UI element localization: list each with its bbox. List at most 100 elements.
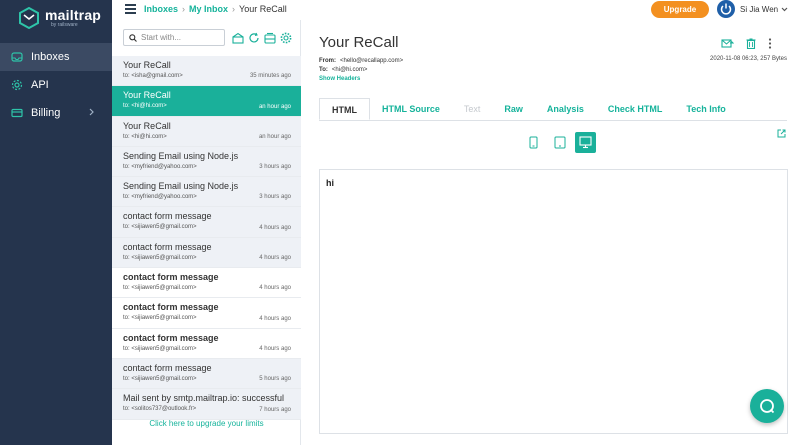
- tab-tech-info[interactable]: Tech Info: [674, 98, 737, 120]
- api-icon: [11, 79, 23, 91]
- refresh-icon[interactable]: [248, 31, 260, 43]
- message-time: 4 hours ago: [259, 315, 291, 322]
- sidebar-item-api[interactable]: API: [0, 71, 112, 99]
- breadcrumb: Inboxes › My Inbox › Your ReCall: [144, 4, 287, 14]
- tab-html[interactable]: HTML: [319, 98, 370, 120]
- mark-read-icon[interactable]: [232, 31, 244, 44]
- more-icon[interactable]: [768, 36, 772, 54]
- message-title: Your ReCall: [319, 34, 399, 51]
- breadcrumb-inboxes[interactable]: Inboxes: [144, 4, 178, 14]
- message-preview: hi: [319, 169, 788, 434]
- clear-inbox-icon[interactable]: [264, 31, 276, 44]
- hamburger-menu-icon[interactable]: [125, 4, 136, 14]
- logo[interactable]: mailtrap by railsware: [18, 7, 101, 29]
- message-tabs: HTML HTML Source Text Raw Analysis Check…: [319, 98, 738, 120]
- from-label: From:: [319, 58, 336, 64]
- tablet-view-button[interactable]: [549, 132, 570, 153]
- breadcrumb-my-inbox[interactable]: My Inbox: [189, 4, 228, 14]
- search-placeholder: Start with...: [141, 33, 182, 42]
- sidebar-nav: Inboxes API Billing: [0, 43, 112, 127]
- logo-byline: by railsware: [51, 22, 78, 28]
- show-headers-link[interactable]: Show Headers: [319, 76, 360, 82]
- message-time: 3 hours ago: [259, 164, 291, 171]
- tab-html-source[interactable]: HTML Source: [370, 98, 452, 120]
- message-subject: contact form message: [123, 272, 219, 283]
- desktop-view-button[interactable]: [575, 132, 596, 153]
- from-address: <hello@recallapp.com>: [340, 58, 404, 64]
- message-view-panel: Your ReCall From: <hello@recallapp.com> T…: [301, 20, 806, 445]
- list-item[interactable]: Sending Email using Node.js to: <myfriend…: [112, 146, 301, 178]
- tab-text: Text: [463, 104, 481, 114]
- message-subject: Your ReCall: [123, 60, 171, 70]
- to-address: <hi@hi.com>: [331, 67, 368, 73]
- list-item[interactable]: contact form message to: <sijiawen5@gmail…: [112, 328, 301, 359]
- message-time: an hour ago: [258, 133, 291, 140]
- message-actions: [721, 36, 784, 54]
- to-label: To:: [319, 67, 328, 73]
- external-link-icon[interactable]: [777, 125, 786, 143]
- message-time: 4 hours ago: [259, 224, 291, 231]
- message-time: 3 hours ago: [259, 194, 291, 201]
- message-subject: Mail sent by smtp.mailtrap.io: successfu…: [123, 393, 285, 404]
- message-subject: Sending Email using Node.js: [123, 150, 239, 161]
- list-item[interactable]: contact form message to: <sijiawen5@gmail…: [112, 268, 301, 299]
- sidebar-item-inboxes[interactable]: Inboxes: [0, 43, 112, 71]
- desktop-icon: [579, 136, 592, 149]
- message-time: 4 hours ago: [259, 285, 291, 292]
- chat-icon: [760, 399, 775, 414]
- chevron-right-icon: [89, 108, 94, 116]
- message-list-panel: Start with... Your ReCall to: <isha@gmail…: [112, 20, 301, 445]
- top-bar: Inboxes › My Inbox › Your ReCall Upgrade Si …: [112, 0, 806, 20]
- tab-check-html[interactable]: Check HTML: [596, 98, 675, 120]
- list-item[interactable]: Your ReCall to: <isha@gmail.com> 35 minute…: [112, 56, 301, 87]
- message-list: Your ReCall to: <isha@gmail.com> 35 minute…: [112, 56, 301, 420]
- sidebar-item-label: Billing: [31, 107, 61, 119]
- tab-analysis[interactable]: Analysis: [535, 98, 596, 120]
- breadcrumb-separator: ›: [232, 4, 236, 14]
- list-item[interactable]: Sending Email using Node.js to: <myfriend…: [112, 177, 301, 208]
- search-input[interactable]: Start with...: [123, 29, 225, 46]
- list-item[interactable]: contact form message to: <sijiawen5@gmail…: [112, 207, 301, 238]
- upgrade-button[interactable]: Upgrade: [651, 1, 709, 18]
- message-time: an hour ago: [258, 103, 291, 110]
- avatar[interactable]: [717, 0, 735, 18]
- inbox-icon: [11, 52, 23, 62]
- message-time: 7 hours ago: [259, 406, 291, 413]
- mobile-icon: [529, 136, 538, 149]
- list-item[interactable]: contact form message to: <sijiawen5@gmail…: [112, 298, 301, 329]
- settings-gear-icon[interactable]: [280, 31, 292, 44]
- message-subject: contact form message: [123, 211, 212, 222]
- mobile-view-button[interactable]: [523, 132, 544, 153]
- power-icon: [720, 3, 732, 15]
- sidebar-item-label: API: [31, 79, 49, 91]
- list-item[interactable]: Your ReCall to: <hi@hi.com> an hour ago: [112, 116, 301, 147]
- billing-icon: [11, 108, 23, 118]
- search-icon: [129, 33, 137, 42]
- mailtrap-logo-icon: [19, 7, 39, 29]
- message-subject: contact form message: [123, 362, 212, 373]
- message-time: 5 hours ago: [259, 376, 291, 383]
- trash-icon[interactable]: [746, 36, 756, 54]
- list-item-selected[interactable]: Your ReCall to: <hi@hi.com> an hour ago: [112, 86, 301, 117]
- message-body: hi: [326, 178, 334, 188]
- list-item[interactable]: contact form message to: <sijiawen5@gmail…: [112, 358, 301, 390]
- message-subject: Your ReCall: [123, 120, 171, 131]
- app: mailtrap by railsware Inboxes API Billin…: [0, 0, 806, 445]
- device-switcher: [523, 132, 601, 153]
- forward-icon[interactable]: [721, 36, 735, 54]
- message-time: 4 hours ago: [259, 255, 291, 262]
- tab-raw[interactable]: Raw: [492, 98, 535, 120]
- message-subject: contact form message: [123, 332, 219, 343]
- upgrade-limits-link[interactable]: Click here to upgrade your limits: [112, 419, 301, 428]
- message-subject: contact form message: [123, 241, 212, 252]
- user-name[interactable]: Si Jia Wen: [740, 5, 778, 14]
- list-item[interactable]: contact form message to: <sijiawen5@gmail…: [112, 237, 301, 269]
- sidebar: mailtrap by railsware Inboxes API Billin…: [0, 0, 112, 445]
- list-toolbar: [232, 31, 296, 44]
- chat-button[interactable]: [750, 389, 784, 423]
- message-time: 4 hours ago: [259, 345, 291, 352]
- chevron-down-icon[interactable]: [781, 7, 788, 12]
- tabs-divider: [319, 120, 787, 121]
- sidebar-item-billing[interactable]: Billing: [0, 99, 112, 127]
- list-item[interactable]: Mail sent by smtp.mailtrap.io: successfu…: [112, 389, 301, 420]
